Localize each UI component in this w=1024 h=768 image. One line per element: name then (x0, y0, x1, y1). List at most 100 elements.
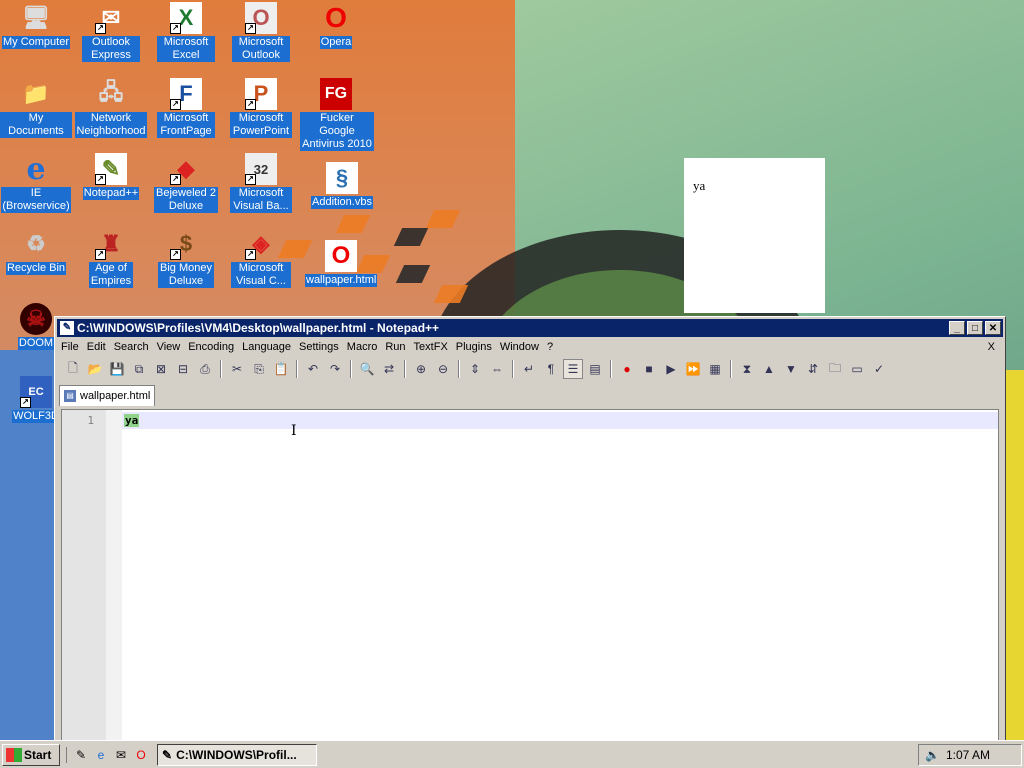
copy-icon[interactable]: ⎘ (249, 359, 269, 379)
editor-text[interactable]: ya (124, 414, 140, 427)
opera-icon[interactable]: O (133, 747, 149, 763)
desktop-icon-addition-vbs[interactable]: § Addition.vbs (306, 162, 378, 209)
save-icon[interactable]: 💾 (107, 359, 127, 379)
close-all-icon[interactable]: ⊟ (173, 359, 193, 379)
save-all-icon[interactable]: ⧉ (129, 359, 149, 379)
frontpage-icon: F ↗ (170, 78, 202, 110)
internet-explorer-icon[interactable]: e (93, 747, 109, 763)
menu-textfx[interactable]: TextFX (410, 341, 452, 353)
menu-search[interactable]: Search (110, 341, 153, 353)
desktop-icon-ie[interactable]: e IE (Browservice) (0, 152, 72, 213)
move-up-icon[interactable]: ▲ (759, 359, 779, 379)
record-macro-icon[interactable]: ● (617, 359, 637, 379)
desktop-icon-my-documents[interactable]: 📁 My Documents (0, 78, 72, 138)
desktop-icon-age-of-empires[interactable]: ♜ ↗ Age of Empires (75, 228, 147, 288)
menu-macro[interactable]: Macro (343, 341, 382, 353)
close-document-button[interactable]: X (984, 341, 1003, 353)
html-preview-window[interactable]: ya (684, 158, 825, 313)
cut-icon[interactable]: ✂ (227, 359, 247, 379)
desktop-icon-recycle-bin[interactable]: ♻ Recycle Bin (0, 228, 72, 275)
window-titlebar[interactable]: ✎ C:\WINDOWS\Profiles\VM4\Desktop\wallpa… (57, 319, 1003, 337)
menu-file[interactable]: File (57, 341, 83, 353)
maximize-button[interactable]: □ (967, 321, 983, 335)
volume-icon[interactable]: 🔈 (925, 748, 940, 762)
undo-icon[interactable]: ↶ (303, 359, 323, 379)
spell-check-icon[interactable]: ✓ (869, 359, 889, 379)
desktop-icon-powerpoint[interactable]: P ↗ Microsoft PowerPoint (225, 78, 297, 138)
outlook-express-icon[interactable]: ✉ (113, 747, 129, 763)
window-title: C:\WINDOWS\Profiles\VM4\Desktop\wallpape… (77, 321, 440, 335)
replace-icon[interactable]: ⇄ (379, 359, 399, 379)
tab-label: wallpaper.html (80, 390, 151, 402)
menu-language[interactable]: Language (238, 341, 295, 353)
desktop-icon-opera[interactable]: O Opera (300, 2, 372, 49)
desktop-icon-wallpaper-html[interactable]: O wallpaper.html (305, 240, 378, 287)
desktop-icon-excel[interactable]: X ↗ Microsoft Excel (150, 2, 222, 62)
desktop-icon-visual-c[interactable]: ◈ ↗ Microsoft Visual C... (225, 228, 297, 288)
new-file-icon[interactable]: 🗋 (63, 359, 83, 379)
outlook-express-icon: ✉ ↗ (95, 2, 127, 34)
desktop-icon-outlook[interactable]: O ↗ Microsoft Outlook (225, 2, 297, 62)
menu-edit[interactable]: Edit (83, 341, 110, 353)
sort-icon[interactable]: ⇵ (803, 359, 823, 379)
notepadpp-window[interactable]: ✎ C:\WINDOWS\Profiles\VM4\Desktop\wallpa… (54, 316, 1006, 742)
user-language-icon[interactable]: ▤ (585, 359, 605, 379)
sync-horizontal-icon[interactable]: ⇔ (487, 359, 507, 379)
menu-settings[interactable]: Settings (295, 341, 343, 353)
move-down-icon[interactable]: ▼ (781, 359, 801, 379)
word-wrap-icon[interactable]: ↵ (519, 359, 539, 379)
menu-view[interactable]: View (153, 341, 185, 353)
taskbar: Start ✎ e ✉ O ✎ C:\WINDOWS\Profil... 🔈 1… (0, 740, 1024, 768)
quick-launch: ✎ e ✉ O (66, 746, 149, 763)
console-icon[interactable]: ▭ (847, 359, 867, 379)
fold-margin[interactable] (106, 410, 122, 740)
show-desktop-icon[interactable]: ✎ (73, 747, 89, 763)
menu-run[interactable]: Run (381, 341, 409, 353)
indent-guide-icon[interactable]: ☰ (563, 359, 583, 379)
show-all-chars-icon[interactable]: ¶ (541, 359, 561, 379)
zoom-in-icon[interactable]: ⊕ (411, 359, 431, 379)
run-macro-multiple-icon[interactable]: ⏩ (683, 359, 703, 379)
toolbar-separator (220, 360, 222, 378)
desktop-icon-bejeweled[interactable]: ◆ ↗ Bejeweled 2 Deluxe (150, 153, 222, 213)
tab-wallpaper-html[interactable]: ▤ wallpaper.html (59, 385, 155, 406)
text-cursor-icon: I (291, 423, 297, 439)
start-button[interactable]: Start (2, 743, 60, 766)
folder-icon[interactable]: 🗀 (825, 359, 845, 379)
icon-label: Network Neighborhood (75, 112, 147, 138)
clock[interactable]: 1:07 AM (946, 748, 990, 762)
close-file-icon[interactable]: ⊠ (151, 359, 171, 379)
desktop-icon-big-money[interactable]: $ ↗ Big Money Deluxe (150, 228, 222, 288)
desktop-icon-antivirus[interactable]: FG Fucker Google Antivirus 2010 (300, 78, 374, 151)
menu-window[interactable]: Window (496, 341, 543, 353)
menu-encoding[interactable]: Encoding (184, 341, 238, 353)
desktop-icon-visual-basic[interactable]: 32 ↗ Microsoft Visual Ba... (225, 153, 297, 213)
play-macro-icon[interactable]: ▶ (661, 359, 681, 379)
save-macro-icon[interactable]: ▦ (705, 359, 725, 379)
menu-plugins[interactable]: Plugins (452, 341, 496, 353)
close-button[interactable]: ✕ (985, 321, 1001, 335)
desktop-icon-notepadpp[interactable]: ✎ ↗ Notepad++ (75, 153, 147, 200)
app-icon[interactable]: ✎ (60, 321, 74, 335)
desktop-icon-my-computer[interactable]: 🖥 My Computer (0, 2, 72, 49)
desktop-icon-outlook-express[interactable]: ✉ ↗ Outlook Express (75, 2, 147, 62)
desktop-icon-network[interactable]: 🖧 Network Neighborhood (75, 78, 147, 138)
line-number-gutter (62, 410, 106, 740)
line-number: 1 (87, 414, 94, 427)
sync-vertical-icon[interactable]: ⇕ (465, 359, 485, 379)
taskbar-button-notepadpp[interactable]: ✎ C:\WINDOWS\Profil... (157, 743, 317, 766)
zoom-out-icon[interactable]: ⊖ (433, 359, 453, 379)
open-file-icon[interactable]: 📂 (85, 359, 105, 379)
opera-icon: O (325, 2, 347, 33)
excel-icon: X ↗ (170, 2, 202, 34)
desktop-icon-frontpage[interactable]: F ↗ Microsoft FrontPage (150, 78, 222, 138)
editor-area[interactable]: 1 ya (61, 409, 999, 741)
menu-help[interactable]: ? (543, 341, 557, 353)
minimize-button[interactable]: _ (949, 321, 965, 335)
find-icon[interactable]: 🔍 (357, 359, 377, 379)
redo-icon[interactable]: ↷ (325, 359, 345, 379)
paste-icon[interactable]: 📋 (271, 359, 291, 379)
textfx-icon[interactable]: ⧗ (737, 359, 757, 379)
print-icon[interactable]: ⎙ (195, 359, 215, 379)
stop-macro-icon[interactable]: ■ (639, 359, 659, 379)
